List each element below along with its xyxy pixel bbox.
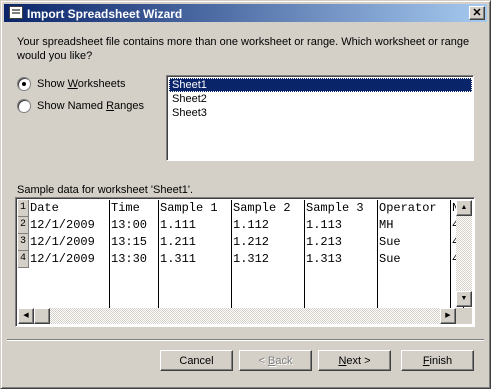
scrollbar-corner <box>456 308 472 324</box>
title-bar[interactable]: Import Spreadsheet Wizard ✕ <box>4 4 487 22</box>
table-cell: Sample 2 <box>231 200 305 217</box>
horizontal-scrollbar[interactable]: ◀ ▶ <box>18 308 456 324</box>
table-cell: 13:30 <box>109 250 159 268</box>
table-cell: 13:15 <box>109 233 159 251</box>
table-cell: Time <box>109 200 159 217</box>
table-cell: Sample 1 <box>158 200 232 217</box>
table-cell: 1.111 <box>158 216 232 234</box>
table-cell: Sue <box>377 250 451 268</box>
button-separator <box>7 339 484 341</box>
table-cell: 1.313 <box>304 250 378 268</box>
app-icon <box>9 6 23 19</box>
wizard-window: Import Spreadsheet Wizard ✕ Your spreads… <box>0 0 491 389</box>
table-cell: 1.212 <box>231 233 305 251</box>
table-cell: 1.112 <box>231 216 305 234</box>
sample-data-table: 1 Date Time Sample 1 Sample 2 Sample 3 Operato… <box>18 200 464 316</box>
radio-unselected-icon[interactable] <box>17 99 31 113</box>
table-cell: 1.211 <box>158 233 232 251</box>
show-worksheets-radio[interactable]: Show Worksheets <box>17 77 125 91</box>
prompt-text: Your spreadsheet file contains more than… <box>17 36 470 62</box>
show-named-ranges-radio[interactable]: Show Named Ranges <box>17 99 144 113</box>
table-cell: Sue <box>377 233 451 251</box>
row-number: 4 <box>18 250 29 268</box>
scroll-right-arrow-icon[interactable]: ▶ <box>440 308 456 324</box>
table-row: 312/1/200913:151.2111.2121.213Sue4 <box>18 233 464 251</box>
row-number: 1 <box>18 200 29 217</box>
close-icon: ✕ <box>472 7 482 19</box>
table-cell: 1.113 <box>304 216 378 234</box>
table-cell: 1.311 <box>158 250 232 268</box>
worksheet-list[interactable]: Sheet1 Sheet2 Sheet3 <box>166 75 474 161</box>
table-cell: Sample 3 <box>304 200 378 217</box>
show-worksheets-label: Show Worksheets <box>37 78 126 90</box>
next-button[interactable]: Next > <box>318 350 391 371</box>
sample-data-grid[interactable]: 1 Date Time Sample 1 Sample 2 Sample 3 Operato… <box>15 197 475 327</box>
row-number: 3 <box>18 233 29 251</box>
finish-button[interactable]: Finish <box>401 350 474 371</box>
table-row: 1 Date Time Sample 1 Sample 2 Sample 3 Operato… <box>18 200 464 217</box>
row-number: 2 <box>18 216 29 234</box>
table-cell: 13:00 <box>109 216 159 234</box>
scroll-up-arrow-icon[interactable]: ▲ <box>456 200 472 216</box>
horizontal-scroll-thumb[interactable] <box>34 308 50 324</box>
table-cell: Operator <box>377 200 451 217</box>
table-cell: 12/1/2009 <box>28 216 110 234</box>
close-button[interactable]: ✕ <box>469 6 485 20</box>
cancel-button[interactable]: Cancel <box>160 350 233 371</box>
table-cell: Date <box>28 200 110 217</box>
window-title: Import Spreadsheet Wizard <box>9 6 182 21</box>
window-title-text: Import Spreadsheet Wizard <box>27 7 183 21</box>
list-item-sheet3[interactable]: Sheet3 <box>169 106 472 120</box>
table-cell: 1.312 <box>231 250 305 268</box>
back-button[interactable]: < Back <box>239 350 312 371</box>
scroll-down-arrow-icon[interactable]: ▼ <box>456 291 472 307</box>
table-cell: 1.213 <box>304 233 378 251</box>
table-row: 212/1/200913:001.1111.1121.113MH4 <box>18 216 464 234</box>
list-item-sheet1[interactable]: Sheet1 <box>169 78 472 92</box>
radio-selected-icon[interactable] <box>17 77 31 91</box>
table-cell: 12/1/2009 <box>28 233 110 251</box>
show-named-ranges-label: Show Named Ranges <box>37 100 145 112</box>
table-row: 412/1/200913:301.3111.3121.313Sue4 <box>18 250 464 268</box>
scroll-left-arrow-icon[interactable]: ◀ <box>18 308 34 324</box>
list-item-sheet2[interactable]: Sheet2 <box>169 92 472 106</box>
table-cell: MH <box>377 216 451 234</box>
table-cell: 12/1/2009 <box>28 250 110 268</box>
vertical-scrollbar[interactable]: ▲ ▼ <box>456 200 472 307</box>
sample-data-label: Sample data for worksheet 'Sheet1'. <box>17 184 194 196</box>
